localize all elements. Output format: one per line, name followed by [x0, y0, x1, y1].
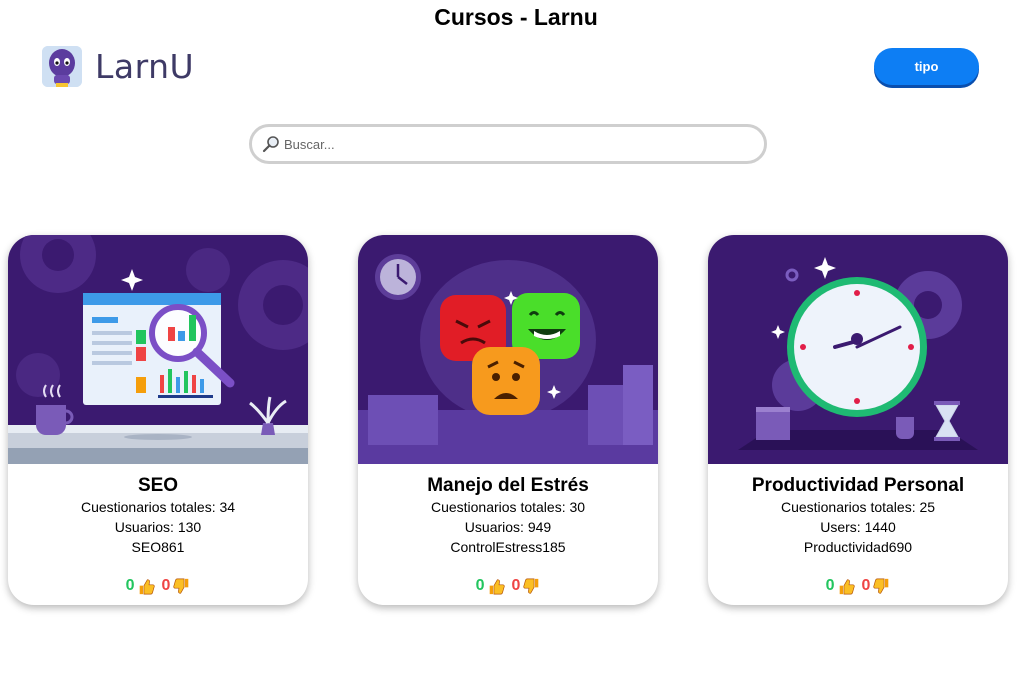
- like-count: 0: [125, 577, 135, 594]
- course-quiz-count: Cuestionarios totales: 34: [80, 499, 236, 515]
- dislike-count: 0: [161, 577, 171, 594]
- vote-bar: 0 0: [8, 577, 308, 595]
- course-quiz-count: Cuestionarios totales: 25: [780, 499, 936, 515]
- course-code: Productividad690: [803, 539, 913, 555]
- course-user-count: Usuarios: 130: [114, 519, 202, 535]
- alien-logo-icon: [42, 46, 82, 87]
- seo-illustration: [8, 235, 308, 464]
- dislike-count: 0: [511, 577, 521, 594]
- course-user-count: Users: 1440: [820, 519, 896, 535]
- like-count: 0: [825, 577, 835, 594]
- course-title: Productividad Personal: [751, 475, 965, 496]
- search-icon: [262, 136, 279, 153]
- clock-illustration: [708, 235, 1008, 464]
- course-title: Manejo del Estrés: [427, 475, 589, 496]
- course-quiz-count: Cuestionarios totales: 30: [430, 499, 586, 515]
- like-count: 0: [475, 577, 485, 594]
- vote-bar: 0 0: [708, 577, 1008, 595]
- course-card-seo[interactable]: SEO Cuestionarios totales: 34 Usuarios: …: [8, 235, 308, 605]
- thumbs-up-icon[interactable]: [138, 578, 155, 595]
- search-input[interactable]: [284, 136, 744, 152]
- vote-bar: 0 0: [358, 577, 658, 595]
- course-code: SEO861: [131, 539, 185, 555]
- dislike-count: 0: [861, 577, 871, 594]
- course-card-productivity[interactable]: Productividad Personal Cuestionarios tot…: [708, 235, 1008, 605]
- page-title: Cursos - Larnu: [434, 4, 598, 30]
- search-bar[interactable]: [249, 124, 767, 164]
- course-card-stress[interactable]: Manejo del Estrés Cuestionarios totales:…: [358, 235, 658, 605]
- larnu-logo[interactable]: LarnU: [42, 46, 194, 87]
- thumbs-down-icon[interactable]: [873, 578, 890, 595]
- course-user-count: Usuarios: 949: [464, 519, 552, 535]
- tipo-button[interactable]: tipo: [874, 48, 979, 85]
- course-code: ControlEstress185: [450, 539, 566, 555]
- course-title: SEO: [137, 475, 179, 496]
- thumbs-up-icon[interactable]: [838, 578, 855, 595]
- thumbs-down-icon[interactable]: [523, 578, 540, 595]
- thumbs-up-icon[interactable]: [488, 578, 505, 595]
- logo-text: LarnU: [95, 47, 195, 86]
- stress-emoji-illustration: [358, 235, 658, 464]
- thumbs-down-icon[interactable]: [173, 578, 190, 595]
